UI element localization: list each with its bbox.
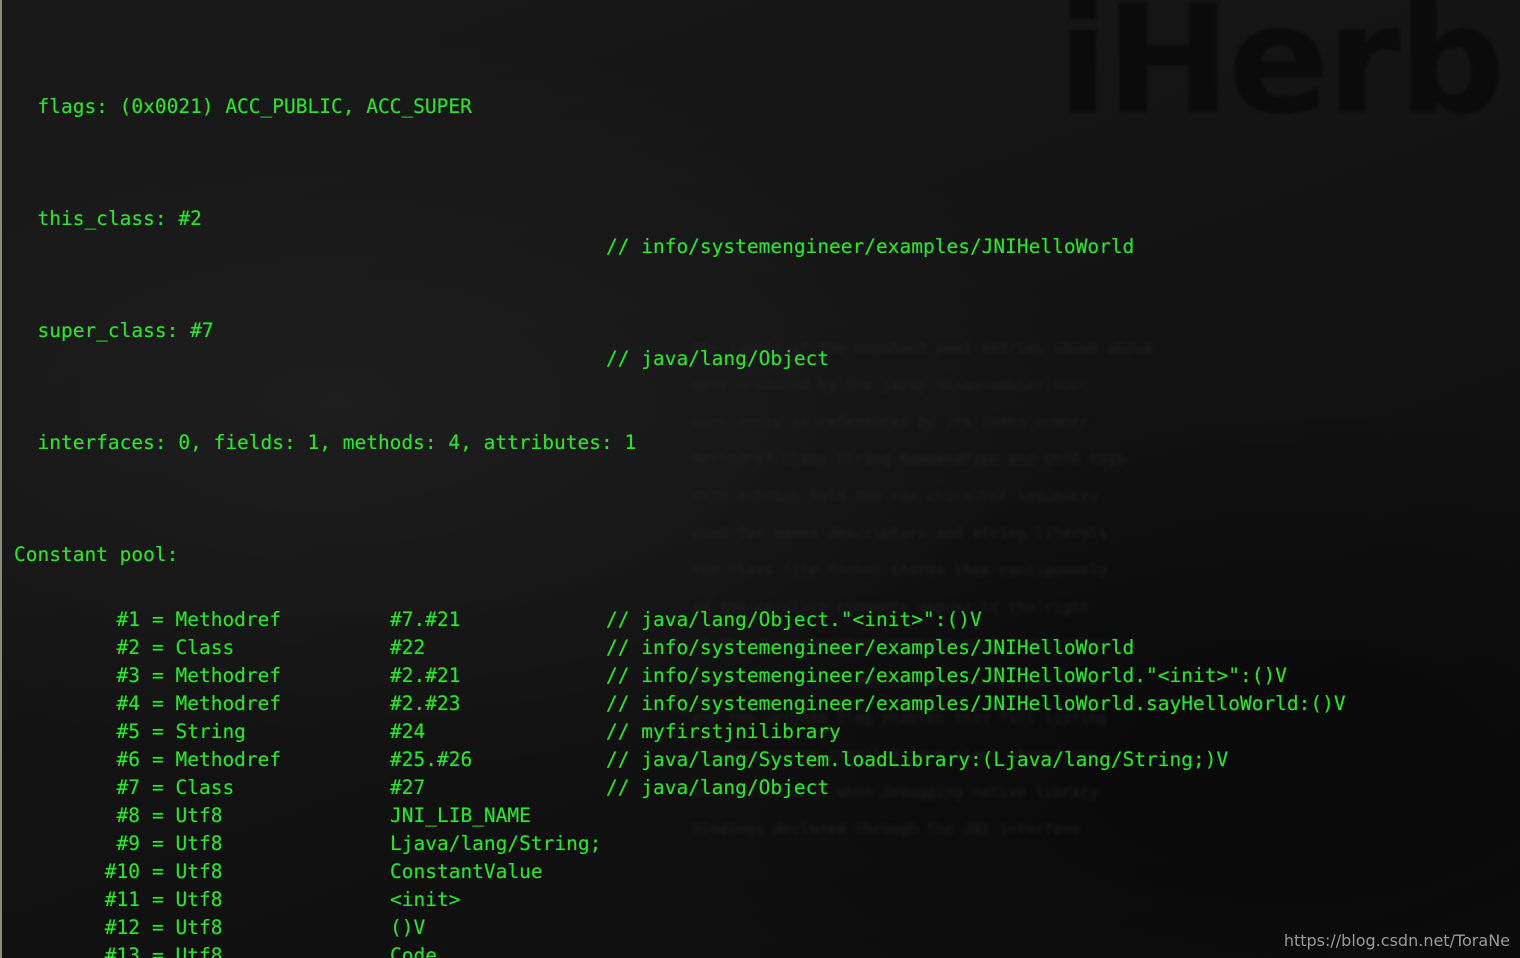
entry-kind: = Methodref: [152, 692, 282, 715]
counts-text: interfaces: 0, fields: 1, methods: 4, at…: [14, 431, 637, 454]
entry-value: #22: [390, 636, 426, 659]
entry-index: #2: [116, 636, 140, 659]
super-class-comment: // java/lang/Object: [606, 347, 830, 370]
entry-index: #9: [116, 832, 140, 855]
entry-comment: // info/systemengineer/examples/JNIHello…: [606, 664, 1287, 687]
constant-pool-label: Constant pool:: [14, 543, 179, 566]
constant-pool-entry: #11 = Utf8 <init>: [2, 886, 461, 914]
this-class-line: this_class: #2 // info/systemengineer/ex…: [2, 177, 1134, 258]
entry-kind: = String: [152, 720, 246, 743]
entry-index: #4: [116, 692, 140, 715]
entry-index: #3: [116, 664, 140, 687]
entry-index: #7: [116, 776, 140, 799]
entry-index: #8: [116, 804, 140, 827]
entry-index: #11: [104, 888, 140, 911]
constant-pool-entry: #4 = Methodref #2.#23 // info/systemenginee…: [2, 690, 1346, 718]
entry-value: ConstantValue: [390, 860, 543, 883]
entry-index: #6: [116, 748, 140, 771]
flags-line: flags: (0x0021) ACC_PUBLIC, ACC_SUPER: [2, 65, 471, 118]
entry-comment: // java/lang/System.loadLibrary:(Ljava/l…: [606, 748, 1229, 771]
super-class-label: super_class: #7: [14, 319, 214, 342]
counts-line: interfaces: 0, fields: 1, methods: 4, at…: [2, 401, 636, 454]
entry-kind: = Class: [152, 776, 235, 799]
entry-index: #10: [104, 860, 140, 883]
entry-value: <init>: [390, 888, 461, 911]
constant-pool-entry: #10 = Utf8 ConstantValue: [2, 858, 543, 886]
background-vignette: [2, 0, 1520, 958]
constant-pool-entry: #12 = Utf8 ()V: [2, 914, 425, 942]
entry-comment: // java/lang/Object: [606, 776, 830, 799]
entry-kind: = Methodref: [152, 664, 282, 687]
entry-value: #27: [390, 776, 426, 799]
entry-kind: = Class: [152, 636, 235, 659]
entry-index: #12: [104, 916, 140, 939]
terminal-window: the sample of the constant pool entries …: [0, 0, 1520, 958]
entry-value: #24: [390, 720, 426, 743]
entry-value: ()V: [390, 916, 426, 939]
entry-value: #7.#21: [390, 608, 461, 631]
entry-index: #13: [104, 944, 140, 958]
constant-pool-entry: #1 = Methodref #7.#21 // java/lang/Object."…: [2, 606, 982, 634]
constant-pool-entry: #7 = Class #27 // java/lang/Object: [2, 774, 830, 802]
entry-kind: = Utf8: [152, 860, 223, 883]
entry-comment: // info/systemengineer/examples/JNIHello…: [606, 692, 1346, 715]
constant-pool-heading: Constant pool:: [2, 513, 178, 566]
entry-kind: = Utf8: [152, 944, 223, 958]
flags-text: flags: (0x0021) ACC_PUBLIC, ACC_SUPER: [14, 95, 472, 118]
entry-value: #2.#21: [390, 664, 461, 687]
constant-pool-entry: #6 = Methodref #25.#26 // java/lang/System.…: [2, 746, 1229, 774]
entry-value: #25.#26: [390, 748, 473, 771]
entry-kind: = Methodref: [152, 748, 282, 771]
entry-kind: = Utf8: [152, 804, 223, 827]
entry-value: JNI_LIB_NAME: [390, 804, 531, 827]
entry-value: Code: [390, 944, 437, 958]
entry-index: #1: [116, 608, 140, 631]
constant-pool-rows: #1 = Methodref #7.#21 // java/lang/Object."…: [2, 606, 1346, 958]
entry-kind: = Utf8: [152, 916, 223, 939]
constant-pool-entry: #3 = Methodref #2.#21 // info/systemenginee…: [2, 662, 1287, 690]
constant-pool-entry: #8 = Utf8 JNI_LIB_NAME: [2, 802, 531, 830]
entry-comment: // info/systemengineer/examples/JNIHello…: [606, 636, 1135, 659]
this-class-label: this_class: #2: [14, 207, 202, 230]
entry-comment: // java/lang/Object."<init>":()V: [606, 608, 982, 631]
entry-value: Ljava/lang/String;: [390, 832, 602, 855]
constant-pool-entry: #9 = Utf8 Ljava/lang/String;: [2, 830, 602, 858]
entry-kind: = Utf8: [152, 832, 223, 855]
constant-pool-entry: #2 = Class #22 // info/systemengineer/examp…: [2, 634, 1135, 662]
super-class-line: super_class: #7 // java/lang/Object: [2, 289, 829, 370]
constant-pool-entry: #13 = Utf8 Code: [2, 942, 437, 958]
entry-kind: = Utf8: [152, 888, 223, 911]
entry-index: #5: [116, 720, 140, 743]
this-class-comment: // info/systemengineer/examples/JNIHello…: [606, 235, 1135, 258]
entry-comment: // myfirstjnilibrary: [606, 720, 841, 743]
entry-kind: = Methodref: [152, 608, 282, 631]
entry-value: #2.#23: [390, 692, 461, 715]
iherb-brand-watermark: iHerb: [1056, 0, 1505, 148]
javap-output: flags: (0x0021) ACC_PUBLIC, ACC_SUPER th…: [2, 0, 1346, 958]
site-url-watermark: https://blog.csdn.net/ToraNe: [1283, 931, 1510, 950]
constant-pool-entry: #5 = String #24 // myfirstjnilibrary: [2, 718, 841, 746]
